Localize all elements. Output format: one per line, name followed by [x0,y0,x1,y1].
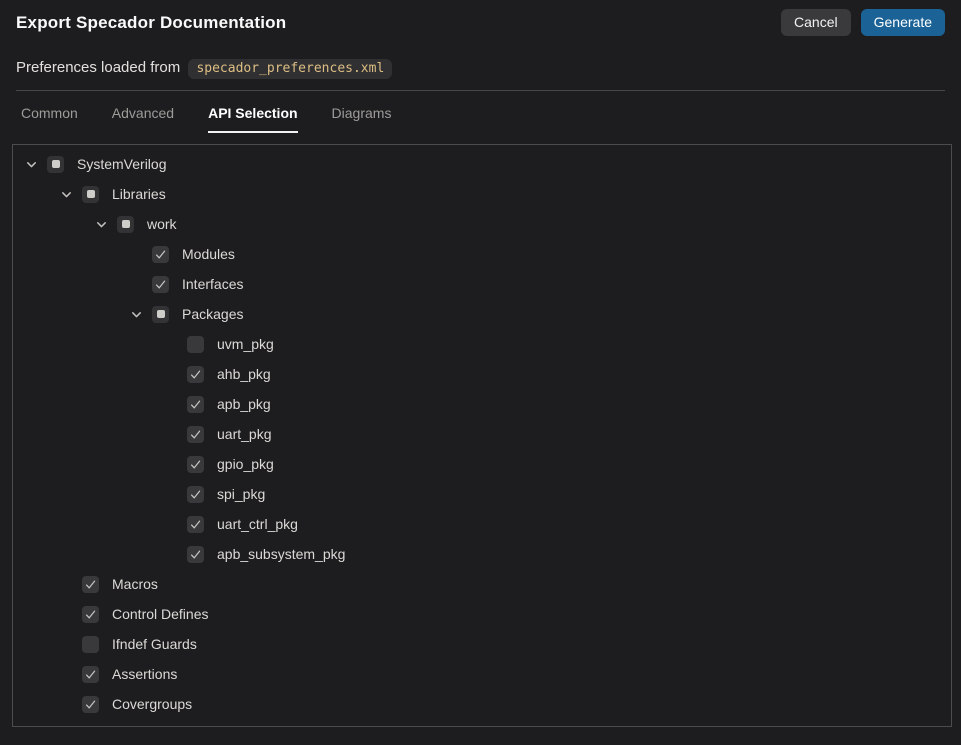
tree-row[interactable]: apb_pkg [13,389,951,419]
api-tree: SystemVerilog Libraries work Modules Interfa… [13,149,951,719]
tree-item-label: Ifndef Guards [112,636,197,652]
checkbox-checked[interactable] [187,366,204,383]
tree-item-label: Libraries [112,186,166,202]
check-mark-icon [84,668,97,681]
checkbox-checked[interactable] [82,666,99,683]
tab-api-selection[interactable]: API Selection [208,105,297,133]
generate-button[interactable]: Generate [861,9,945,36]
tree-row[interactable]: Ifndef Guards [13,629,951,659]
tree-item-label: ahb_pkg [217,366,271,382]
tree-item-label: work [147,216,177,232]
check-mark-icon [189,368,202,381]
tab-bar: Common Advanced API Selection Diagrams [16,105,945,133]
expander-chevron[interactable] [130,308,152,321]
tree-row[interactable]: Interfaces [13,269,951,299]
check-mark-icon [189,458,202,471]
tree-item-label: Interfaces [182,276,243,292]
cancel-button[interactable]: Cancel [781,9,851,36]
tree-row[interactable]: SystemVerilog [13,149,951,179]
checkbox-mixed[interactable] [47,156,64,173]
chevron-down-icon [130,308,143,321]
tree-item-label: uart_ctrl_pkg [217,516,298,532]
chevron-down-icon [60,188,73,201]
header-actions: Cancel Generate [781,9,945,36]
check-mark-icon [84,608,97,621]
expander-chevron[interactable] [60,188,82,201]
tree-row[interactable]: work [13,209,951,239]
tree-item-label: Packages [182,306,243,322]
tree-item-label: Macros [112,576,158,592]
tree-row[interactable]: Covergroups [13,689,951,719]
tab-advanced[interactable]: Advanced [112,105,174,133]
tree-item-label: gpio_pkg [217,456,274,472]
expander-chevron[interactable] [25,158,47,171]
check-mark-icon [189,428,202,441]
checkbox-checked[interactable] [152,246,169,263]
page-title: Export Specador Documentation [16,13,286,33]
checkbox-checked[interactable] [82,696,99,713]
check-mark-icon [189,398,202,411]
dialog-header: Export Specador Documentation Cancel Gen… [0,0,961,36]
check-mark-icon [154,248,167,261]
tree-row[interactable]: Modules [13,239,951,269]
indeterminate-mark [122,220,130,228]
tree-item-label: Modules [182,246,235,262]
checkbox-checked[interactable] [187,516,204,533]
tree-row[interactable]: Packages [13,299,951,329]
tree-row[interactable]: Libraries [13,179,951,209]
check-mark-icon [84,698,97,711]
api-tree-panel: SystemVerilog Libraries work Modules Interfa… [12,144,952,727]
checkbox-unchecked[interactable] [187,336,204,353]
preferences-file-badge: specador_preferences.xml [188,59,392,79]
checkbox-mixed[interactable] [152,306,169,323]
tree-row[interactable]: uvm_pkg [13,329,951,359]
indeterminate-mark [52,160,60,168]
chevron-down-icon [95,218,108,231]
checkbox-checked[interactable] [187,396,204,413]
chevron-down-icon [25,158,38,171]
checkbox-mixed[interactable] [82,186,99,203]
check-mark-icon [84,578,97,591]
checkbox-checked[interactable] [82,606,99,623]
indeterminate-mark [157,310,165,318]
tree-row[interactable]: uart_ctrl_pkg [13,509,951,539]
preferences-line: Preferences loaded from specador_prefere… [16,59,945,79]
check-mark-icon [189,548,202,561]
tree-row[interactable]: uart_pkg [13,419,951,449]
tree-item-label: uart_pkg [217,426,271,442]
tab-diagrams[interactable]: Diagrams [332,105,392,133]
tree-row[interactable]: Control Defines [13,599,951,629]
tree-item-label: apb_subsystem_pkg [217,546,345,562]
tree-row[interactable]: spi_pkg [13,479,951,509]
checkbox-checked[interactable] [187,486,204,503]
tree-item-label: Covergroups [112,696,192,712]
tree-row[interactable]: apb_subsystem_pkg [13,539,951,569]
checkbox-checked[interactable] [152,276,169,293]
export-dialog: { "header": { "title": "Export Specador … [0,0,961,745]
tree-item-label: uvm_pkg [217,336,274,352]
tree-item-label: spi_pkg [217,486,265,502]
check-mark-icon [154,278,167,291]
tree-item-label: SystemVerilog [77,156,166,172]
checkbox-checked[interactable] [187,426,204,443]
check-mark-icon [189,518,202,531]
tree-item-label: apb_pkg [217,396,271,412]
tree-item-label: Assertions [112,666,177,682]
divider [16,90,945,91]
indeterminate-mark [87,190,95,198]
checkbox-mixed[interactable] [117,216,134,233]
tree-item-label: Control Defines [112,606,209,622]
expander-chevron[interactable] [95,218,117,231]
preferences-text: Preferences loaded from [16,59,180,76]
tab-common[interactable]: Common [21,105,78,133]
tree-row[interactable]: gpio_pkg [13,449,951,479]
checkbox-checked[interactable] [187,546,204,563]
checkbox-unchecked[interactable] [82,636,99,653]
checkbox-checked[interactable] [82,576,99,593]
checkbox-checked[interactable] [187,456,204,473]
tree-row[interactable]: Assertions [13,659,951,689]
tree-row[interactable]: ahb_pkg [13,359,951,389]
check-mark-icon [189,488,202,501]
tree-row[interactable]: Macros [13,569,951,599]
